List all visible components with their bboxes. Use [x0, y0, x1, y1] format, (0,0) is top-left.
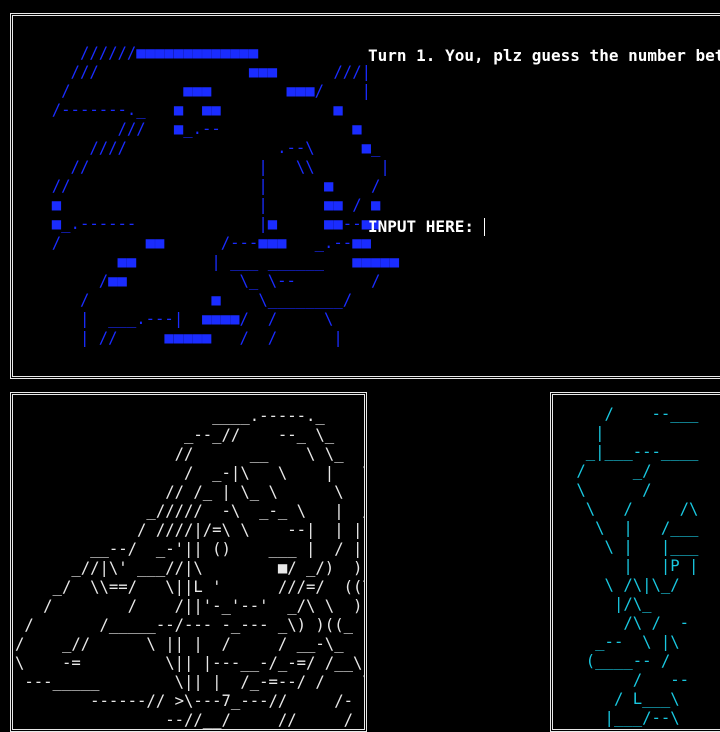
cyan-ascii-art: / --___ | _|___---____ / _/ \ / \ / /\ \…: [576, 405, 699, 727]
input-row: INPUT HERE:: [368, 217, 525, 236]
left-art-panel: ____.-----._ _--_// --_ \_ // __ \ \_ / …: [10, 392, 367, 732]
input-label: INPUT HERE:: [368, 217, 474, 236]
guess-input[interactable]: [484, 217, 525, 236]
game-output-panel: //////■■■■■■■■■■■■■ /// ■■■ ///| / ■■■ ■…: [10, 13, 720, 379]
turn-message: Turn 1. You, plz guess the number betwe: [368, 46, 720, 65]
right-art-panel: / --___ | _|___---____ / _/ \ / \ / /\ \…: [550, 392, 720, 732]
white-ascii-art: ____.-----._ _--_// --_ \_ // __ \ \_ / …: [15, 407, 364, 729]
blue-ascii-art: //////■■■■■■■■■■■■■ /// ■■■ ///| / ■■■ ■…: [51, 44, 400, 347]
